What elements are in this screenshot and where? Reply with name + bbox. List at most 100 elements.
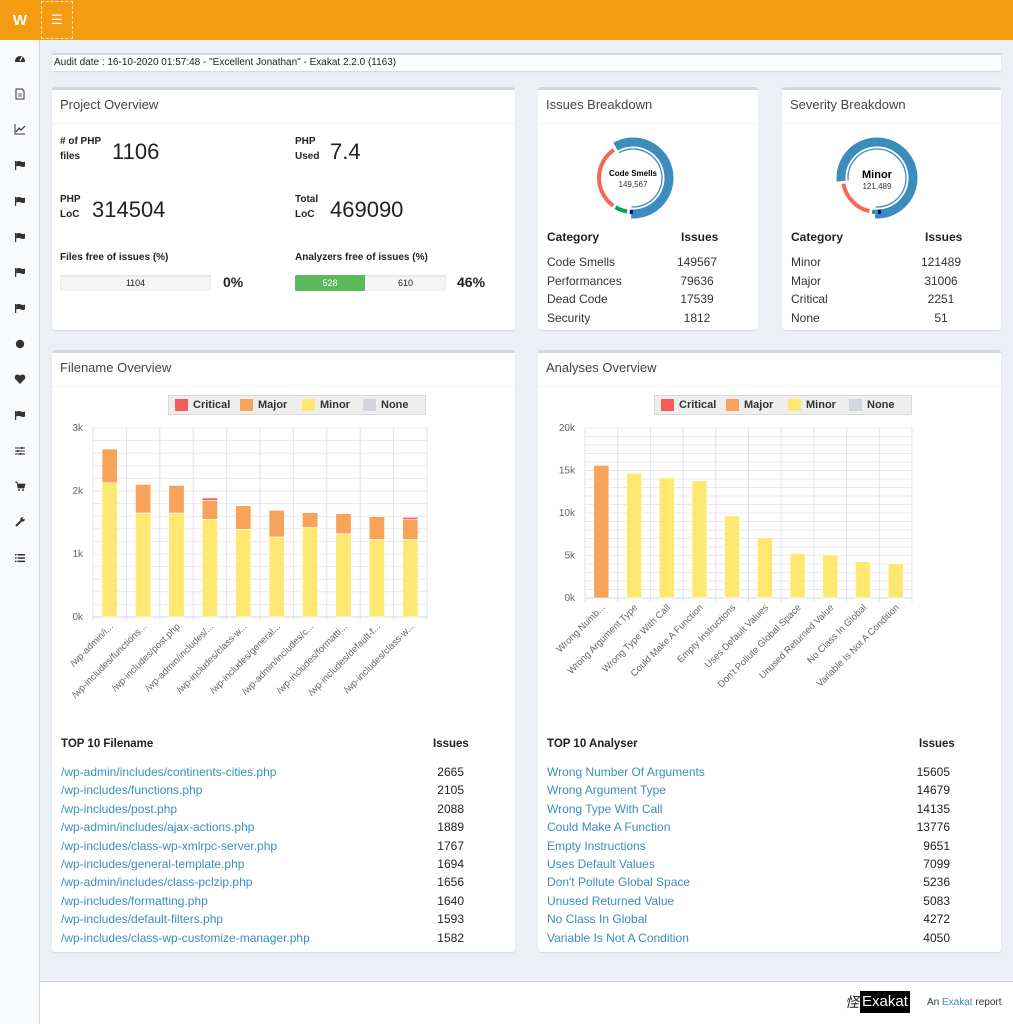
severity-donut-chart[interactable]: Minor 121,489 [834, 135, 920, 221]
bar-minor[interactable] [402, 539, 419, 618]
bar-minor[interactable] [658, 477, 675, 599]
top10-link[interactable]: No Class In Global [547, 912, 647, 926]
sidebar-item-5[interactable] [0, 189, 40, 213]
bar-major[interactable] [201, 500, 218, 520]
bar-major[interactable] [335, 513, 352, 535]
bar-minor[interactable] [168, 512, 185, 618]
bar-minor[interactable] [135, 512, 152, 618]
flag-icon [14, 195, 26, 207]
wrench-icon [14, 516, 26, 528]
donut-segment-code-smells[interactable] [613, 137, 674, 219]
legend-item-critical[interactable]: Critical [175, 399, 230, 411]
top10-link[interactable]: /wp-admin/includes/continents-cities.php [61, 765, 276, 779]
bar-major[interactable] [368, 516, 385, 540]
sidebar-item-7[interactable] [0, 260, 40, 284]
total-loc-label-line1: Total [295, 194, 319, 205]
bar-minor[interactable] [626, 472, 642, 599]
bar-minor[interactable] [757, 537, 773, 599]
total-loc-label: Total LoC [295, 192, 318, 222]
bar-minor[interactable] [335, 533, 352, 618]
breakdown-category: None [791, 310, 820, 325]
top10-issues-count: 9651 [923, 838, 950, 853]
legend-item-none[interactable]: None [363, 399, 409, 411]
bar-major[interactable] [101, 448, 118, 484]
sidebar-item-2[interactable] [0, 82, 40, 106]
bar-critical[interactable] [201, 497, 218, 501]
php-loc-label: PHP LoC [60, 192, 81, 222]
sidebar-item-3[interactable] [0, 117, 40, 141]
top10-link[interactable]: /wp-includes/general-template.php [61, 857, 244, 871]
top10-link[interactable]: Variable Is Not A Condition [547, 931, 689, 945]
legend-item-major[interactable]: Major [240, 399, 287, 411]
sidebar-toggle-button[interactable]: ☰ [41, 1, 73, 39]
exakat-link[interactable]: Exakat [942, 997, 973, 1008]
top10-link[interactable]: Unused Returned Value [547, 894, 674, 908]
php-files-value: 1106 [112, 139, 160, 164]
breakdown-category: Security [547, 310, 591, 325]
bar-minor[interactable] [789, 553, 806, 599]
top10-link[interactable]: Wrong Argument Type [547, 783, 666, 797]
sidebar-item-10[interactable] [0, 367, 40, 391]
bar-minor[interactable] [724, 515, 740, 599]
sidebar-item-11[interactable] [0, 403, 40, 427]
sidebar-item-12[interactable] [0, 439, 40, 463]
sidebar-item-13[interactable] [0, 474, 40, 498]
legend-item-major[interactable]: Major [726, 399, 773, 411]
top10-issues-count: 2665 [437, 765, 464, 779]
bar-minor[interactable] [855, 561, 871, 599]
cart-icon [14, 480, 26, 492]
bar-minor[interactable] [822, 554, 839, 599]
bar-minor[interactable] [101, 482, 118, 618]
sidebar-item-1[interactable] [0, 46, 40, 70]
sidebar-item-8[interactable] [0, 296, 40, 320]
bar-major[interactable] [135, 484, 152, 514]
legend-item-minor[interactable]: Minor [788, 399, 836, 411]
bar-critical[interactable] [402, 517, 419, 520]
top10-link[interactable]: /wp-includes/class-wp-customize-manager.… [61, 931, 310, 945]
top10-link[interactable]: /wp-includes/functions.php [61, 783, 202, 797]
top10-issues-count: 15605 [916, 765, 950, 779]
bar-major[interactable] [268, 509, 285, 538]
bar-major[interactable] [235, 505, 252, 530]
sidebar-item-15[interactable] [0, 546, 40, 570]
top10-link[interactable]: Don't Pollute Global Space [547, 875, 690, 889]
top10-link[interactable]: Uses Default Values [547, 857, 655, 871]
top10-link[interactable]: /wp-includes/formatting.php [61, 894, 208, 908]
top10-link[interactable]: /wp-includes/default-filters.php [61, 912, 223, 926]
sidebar-item-6[interactable] [0, 225, 40, 249]
top10-link[interactable]: Empty Instructions [547, 839, 646, 853]
analyzers-free-label: Analyzers free of issues (%) [295, 252, 428, 263]
top10-issues-count: 5083 [923, 893, 950, 908]
dashboard-icon [14, 52, 26, 64]
legend-item-none[interactable]: None [849, 399, 895, 411]
bar-minor[interactable] [887, 563, 904, 599]
bar-minor[interactable] [302, 527, 319, 618]
legend-item-critical[interactable]: Critical [661, 399, 716, 411]
sidebar-item-14[interactable] [0, 510, 40, 534]
bar-minor[interactable] [368, 539, 385, 618]
bar-major[interactable] [593, 465, 610, 599]
bar-minor[interactable] [201, 519, 218, 618]
credit-suffix: report [972, 997, 1002, 1008]
bar-major[interactable] [168, 485, 185, 514]
top10-link[interactable]: /wp-includes/post.php [61, 802, 177, 816]
issues-donut-chart[interactable]: Code Smells 149,567 [590, 135, 676, 221]
bar-minor[interactable] [235, 529, 252, 618]
legend-label: None [381, 399, 409, 411]
donut-segment-dead-code[interactable] [614, 205, 628, 214]
top10-link[interactable]: /wp-admin/includes/class-pclzip.php [61, 875, 252, 889]
top10-link[interactable]: /wp-includes/class-wp-xmlrpc-server.php [61, 839, 277, 853]
bar-major[interactable] [302, 512, 319, 528]
top10-link[interactable]: Wrong Number Of Arguments [547, 765, 705, 779]
top10-link[interactable]: Could Make A Function [547, 820, 670, 834]
col-issues-header: Issues [681, 230, 719, 244]
legend-item-minor[interactable]: Minor [302, 399, 350, 411]
bar-minor[interactable] [268, 536, 285, 618]
sidebar-item-9[interactable] [0, 332, 40, 356]
bar-minor[interactable] [691, 480, 708, 599]
bar-major[interactable] [402, 518, 419, 540]
app-logo[interactable]: W [0, 0, 40, 40]
sidebar-item-4[interactable] [0, 153, 40, 177]
top10-link[interactable]: /wp-admin/includes/ajax-actions.php [61, 820, 254, 834]
top10-link[interactable]: Wrong Type With Call [547, 802, 663, 816]
